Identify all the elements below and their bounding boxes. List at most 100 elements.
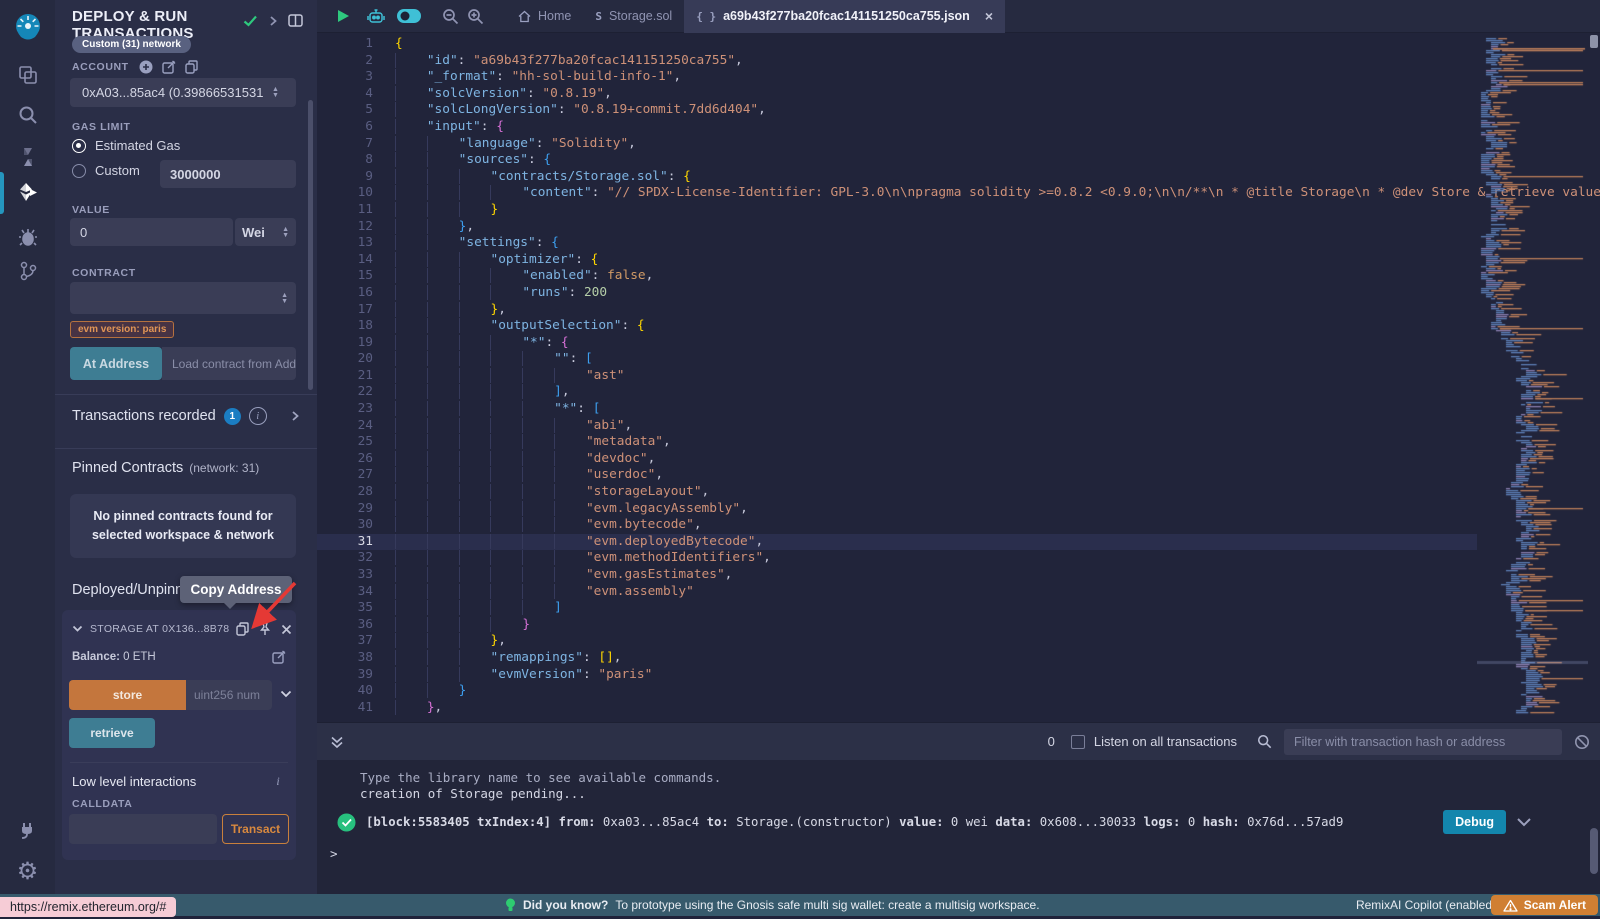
- at-address-button[interactable]: At Address: [70, 347, 162, 380]
- code-line-41[interactable]: 41 },: [317, 700, 1477, 717]
- low-level-info-icon[interactable]: i: [270, 773, 286, 789]
- code-line-12[interactable]: 12 },: [317, 219, 1477, 236]
- transaction-log-row[interactable]: [block:5583405 txIndex:4] from: 0xa03...…: [337, 810, 1600, 834]
- code-line-2[interactable]: 2 "id": "a69b43f277ba20fcac141151250ca75…: [317, 53, 1477, 70]
- transact-button[interactable]: Transact: [222, 814, 289, 844]
- debug-button[interactable]: Debug: [1443, 810, 1506, 834]
- code-line-15[interactable]: 15 "enabled": false,: [317, 268, 1477, 285]
- code-line-10[interactable]: 10 "content": "// SPDX-License-Identifie…: [317, 185, 1477, 202]
- code-line-9[interactable]: 9 "contracts/Storage.sol": {: [317, 169, 1477, 186]
- transactions-expand-chevron-icon[interactable]: [291, 410, 300, 422]
- code-line-36[interactable]: 36 }: [317, 617, 1477, 634]
- plugin-manager-icon[interactable]: [0, 810, 55, 848]
- pin-panel-chevron-icon[interactable]: [268, 15, 278, 27]
- code-line-4[interactable]: 4 "solcVersion": "0.8.19",: [317, 86, 1477, 103]
- file-explorer-icon[interactable]: [0, 56, 55, 94]
- source-control-icon[interactable]: [0, 252, 55, 290]
- at-address-input[interactable]: Load contract from Address: [162, 347, 296, 380]
- account-select[interactable]: 0xA03...85ac4 (0.39866531531 ▲▼: [70, 78, 296, 107]
- retrieve-button[interactable]: retrieve: [69, 718, 155, 748]
- debugger-icon[interactable]: [0, 218, 55, 256]
- terminal-search-icon[interactable]: [1257, 734, 1272, 749]
- code-line-24[interactable]: 24 "abi",: [317, 418, 1477, 435]
- close-tab-icon[interactable]: ×: [985, 8, 993, 24]
- listen-all-checkbox[interactable]: [1071, 735, 1085, 749]
- tab-storage-sol[interactable]: SStorage.sol: [583, 0, 684, 33]
- code-line-22[interactable]: 22 ],: [317, 384, 1477, 401]
- code-line-23[interactable]: 23 "*": [: [317, 401, 1477, 418]
- terminal-prompt[interactable]: >: [330, 846, 1600, 861]
- remix-logo[interactable]: [0, 8, 55, 48]
- tab-a69b43f277ba20fcac141151250ca755-json[interactable]: { }a69b43f277ba20fcac141151250ca755.json…: [684, 0, 1005, 33]
- expand-tx-chevron-icon[interactable]: [1516, 817, 1532, 828]
- code-line-8[interactable]: 8 "sources": {: [317, 152, 1477, 169]
- settings-gear-icon[interactable]: ⚙: [0, 852, 55, 890]
- search-icon[interactable]: [0, 96, 55, 134]
- code-line-39[interactable]: 39 "evmVersion": "paris": [317, 667, 1477, 684]
- code-line-7[interactable]: 7 "language": "Solidity",: [317, 136, 1477, 153]
- copilot-toggle[interactable]: [396, 8, 422, 24]
- store-arg-input[interactable]: [186, 680, 272, 710]
- ai-copilot-robot-icon[interactable]: [366, 7, 386, 25]
- calldata-input[interactable]: [69, 814, 217, 844]
- store-button[interactable]: store: [69, 680, 186, 710]
- add-account-icon[interactable]: [139, 60, 153, 74]
- copilot-status[interactable]: RemixAI Copilot (enabled): [1356, 894, 1496, 916]
- code-line-3[interactable]: 3 "_format": "hh-sol-build-info-1",: [317, 69, 1477, 86]
- code-editor[interactable]: 1{2 "id": "a69b43f277ba20fcac141151250ca…: [317, 33, 1600, 722]
- edit-account-icon[interactable]: [162, 60, 176, 74]
- code-line-13[interactable]: 13 "settings": {: [317, 235, 1477, 252]
- layout-columns-icon[interactable]: [288, 14, 303, 27]
- copy-address-icon[interactable]: [236, 622, 249, 636]
- custom-gas-radio[interactable]: [72, 164, 86, 178]
- editor-scrollbar[interactable]: [1588, 33, 1600, 722]
- custom-gas-input[interactable]: [160, 160, 296, 188]
- code-line-21[interactable]: 21 "ast": [317, 368, 1477, 385]
- collapse-terminal-icon[interactable]: [330, 735, 344, 749]
- code-line-34[interactable]: 34 "evm.assembly": [317, 584, 1477, 601]
- solidity-compiler-icon[interactable]: [0, 138, 55, 176]
- code-line-20[interactable]: 20 "": [: [317, 351, 1477, 368]
- scam-alert-badge[interactable]: Scam Alert: [1491, 895, 1598, 915]
- deploy-and-run-icon[interactable]: [0, 174, 55, 212]
- account-select-stepper-icon[interactable]: ▲▼: [272, 87, 279, 98]
- value-input[interactable]: [70, 218, 233, 246]
- terminal-scrollbar-thumb[interactable]: [1590, 828, 1598, 874]
- minimap-canvas[interactable]: [1477, 35, 1588, 718]
- code-line-32[interactable]: 32 "evm.methodIdentifiers",: [317, 550, 1477, 567]
- code-line-16[interactable]: 16 "runs": 200: [317, 285, 1477, 302]
- zoom-out-icon[interactable]: [442, 8, 459, 25]
- code-line-25[interactable]: 25 "metadata",: [317, 434, 1477, 451]
- code-line-35[interactable]: 35 ]: [317, 600, 1477, 617]
- code-line-11[interactable]: 11 }: [317, 202, 1477, 219]
- clear-console-icon[interactable]: [1574, 734, 1590, 750]
- collapse-contract-chevron-icon[interactable]: [72, 625, 83, 633]
- code-line-19[interactable]: 19 "*": {: [317, 335, 1477, 352]
- code-line-27[interactable]: 27 "userdoc",: [317, 467, 1477, 484]
- code-line-31[interactable]: 31 "evm.deployedBytecode",: [317, 534, 1477, 551]
- code-line-1[interactable]: 1{: [317, 36, 1477, 53]
- edit-balance-icon[interactable]: [272, 650, 286, 664]
- expand-store-chevron-icon[interactable]: [280, 690, 292, 699]
- editor-scrollbar-thumb[interactable]: [1590, 35, 1598, 48]
- code-line-33[interactable]: 33 "evm.gasEstimates",: [317, 567, 1477, 584]
- code-line-29[interactable]: 29 "evm.legacyAssembly",: [317, 501, 1477, 518]
- code-line-18[interactable]: 18 "outputSelection": {: [317, 318, 1477, 335]
- transaction-filter-input[interactable]: [1284, 729, 1562, 755]
- code-line-14[interactable]: 14 "optimizer": {: [317, 252, 1477, 269]
- pin-contract-icon[interactable]: [259, 622, 271, 636]
- code-line-17[interactable]: 17 },: [317, 302, 1477, 319]
- code-line-6[interactable]: 6 "input": {: [317, 119, 1477, 136]
- value-unit-select[interactable]: Wei ▲▼: [235, 218, 296, 246]
- code-line-5[interactable]: 5 "solcLongVersion": "0.8.19+commit.7dd6…: [317, 102, 1477, 119]
- estimated-gas-radio[interactable]: [72, 139, 86, 153]
- tab-home[interactable]: Home: [506, 0, 583, 33]
- remove-contract-icon[interactable]: [281, 624, 292, 635]
- code-line-40[interactable]: 40 }: [317, 683, 1477, 700]
- zoom-in-icon[interactable]: [467, 8, 484, 25]
- code-line-30[interactable]: 30 "evm.bytecode",: [317, 517, 1477, 534]
- terminal-body[interactable]: Type the library name to see available c…: [317, 760, 1600, 894]
- code-line-26[interactable]: 26 "devdoc",: [317, 451, 1477, 468]
- code-line-38[interactable]: 38 "remappings": [],: [317, 650, 1477, 667]
- code-line-28[interactable]: 28 "storageLayout",: [317, 484, 1477, 501]
